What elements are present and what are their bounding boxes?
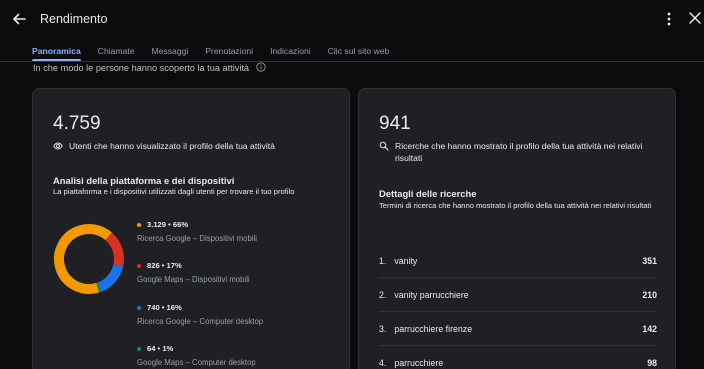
legend-label: Google Maps – Dispositivi mobili: [137, 275, 250, 284]
searches-card: 941 Ricerche che hanno mostrato il profi…: [358, 88, 676, 369]
profile-views-count: 4.759: [53, 113, 101, 134]
legend-label: Ricerca Google – Computer desktop: [137, 317, 264, 326]
legend-value-text: 3.129 • 66%: [147, 220, 189, 229]
legend-item: 826 • 17% Google Maps – Dispositivi mobil…: [137, 261, 250, 284]
top-bar: Rendimento: [0, 0, 704, 36]
legend-value-text: 64 • 1%: [147, 344, 174, 353]
tab-chiamate[interactable]: Chiamate: [98, 40, 135, 60]
more-vert-icon[interactable]: [664, 10, 674, 28]
legend-item: 3.129 • 66% Ricerca Google – Dispositivi …: [137, 220, 257, 243]
section-heading-text: In che modo le persone hanno scoperto la…: [33, 63, 250, 73]
legend-item: 64 • 1% Google Maps – Computer desktop: [137, 344, 256, 367]
platform-analysis-title: Analisi della piattaforma e dei disposit…: [53, 175, 235, 186]
search-term-row: 2. vanity parrucchiere 210: [379, 278, 657, 312]
legend-value-text: 826 • 17%: [147, 261, 182, 270]
search-term-label: vanity parrucchiere: [394, 290, 469, 300]
tab-bar: Panoramica Chiamate Messaggi Prenotazioni In…: [32, 40, 390, 61]
search-term-count: 351: [642, 256, 657, 266]
platform-donut-chart: [54, 224, 124, 294]
legend-value: 64 • 1%: [137, 344, 256, 353]
info-icon[interactable]: [255, 62, 266, 72]
search-term-text: 3. parrucchiere firenze: [379, 324, 472, 334]
search-term-row: 3. parrucchiere firenze 142: [379, 312, 657, 346]
tab-indicazioni[interactable]: Indicazioni: [270, 40, 311, 60]
legend-value: 740 • 16%: [137, 303, 263, 312]
legend-item: 740 • 16% Ricerca Google – Computer deskt…: [137, 303, 263, 326]
legend-dot: [137, 346, 141, 351]
tab-messaggi[interactable]: Messaggi: [152, 40, 189, 60]
search-term-count: 210: [642, 290, 657, 300]
profile-views-card: 4.759 Utenti che hanno visualizzato il p…: [32, 88, 350, 369]
search-term-text: 4. parrucchiere: [379, 358, 443, 368]
searches-metric: Ricerche che hanno mostrato il profilo d…: [379, 140, 669, 164]
profile-views-metric: Utenti che hanno visualizzato il profilo…: [53, 140, 343, 152]
legend-dot: [137, 263, 141, 268]
search-term-count: 98: [647, 358, 657, 368]
legend-dot: [137, 305, 141, 310]
legend-label: Google Maps – Computer desktop: [137, 358, 256, 367]
search-icon: [379, 141, 389, 151]
search-term-rank: 2.: [379, 290, 387, 300]
platform-analysis-desc: La piattaforma e i dispositivi utilizzat…: [53, 187, 295, 196]
search-term-text: 1. vanity: [379, 256, 417, 266]
eye-icon: [53, 142, 63, 150]
page-title: Rendimento: [40, 12, 108, 26]
searches-label: Ricerche che hanno mostrato il profilo d…: [395, 141, 643, 163]
legend-dot: [137, 222, 141, 227]
search-term-rank: 1.: [379, 256, 387, 266]
back-arrow-icon[interactable]: [10, 10, 28, 28]
close-icon[interactable]: [688, 10, 702, 26]
search-term-row: 1. vanity 351: [379, 244, 657, 278]
legend-label: Ricerca Google – Dispositivi mobili: [137, 234, 258, 243]
tab-panoramica[interactable]: Panoramica: [32, 40, 81, 61]
section-heading: In che modo le persone hanno scoperto la…: [33, 62, 266, 74]
legend-value-text: 740 • 16%: [147, 303, 182, 312]
performance-window: Rendimento Panoramica Chiamate Messaggi Pre…: [0, 0, 704, 369]
searches-count: 941: [379, 113, 411, 134]
search-details-desc: Termini di ricerca che hanno mostrato il…: [379, 201, 652, 210]
search-term-text: 2. vanity parrucchiere: [379, 290, 469, 300]
search-term-rank: 4.: [379, 358, 387, 368]
profile-views-label: Utenti che hanno visualizzato il profilo…: [69, 141, 275, 151]
tab-clic-sul-sito-web[interactable]: Clic sul sito web: [328, 40, 390, 60]
tab-prenotazioni[interactable]: Prenotazioni: [205, 40, 253, 60]
search-term-rank: 3.: [379, 324, 387, 334]
search-term-row: 4. parrucchiere 98: [379, 346, 657, 369]
search-term-label: parrucchiere: [394, 358, 444, 368]
search-term-label: parrucchiere firenze: [394, 324, 473, 334]
legend-value: 3.129 • 66%: [137, 220, 257, 229]
search-details-title: Dettagli delle ricerche: [379, 188, 477, 199]
search-term-count: 142: [642, 324, 657, 334]
search-term-label: vanity: [394, 256, 418, 266]
legend-value: 826 • 17%: [137, 261, 250, 270]
